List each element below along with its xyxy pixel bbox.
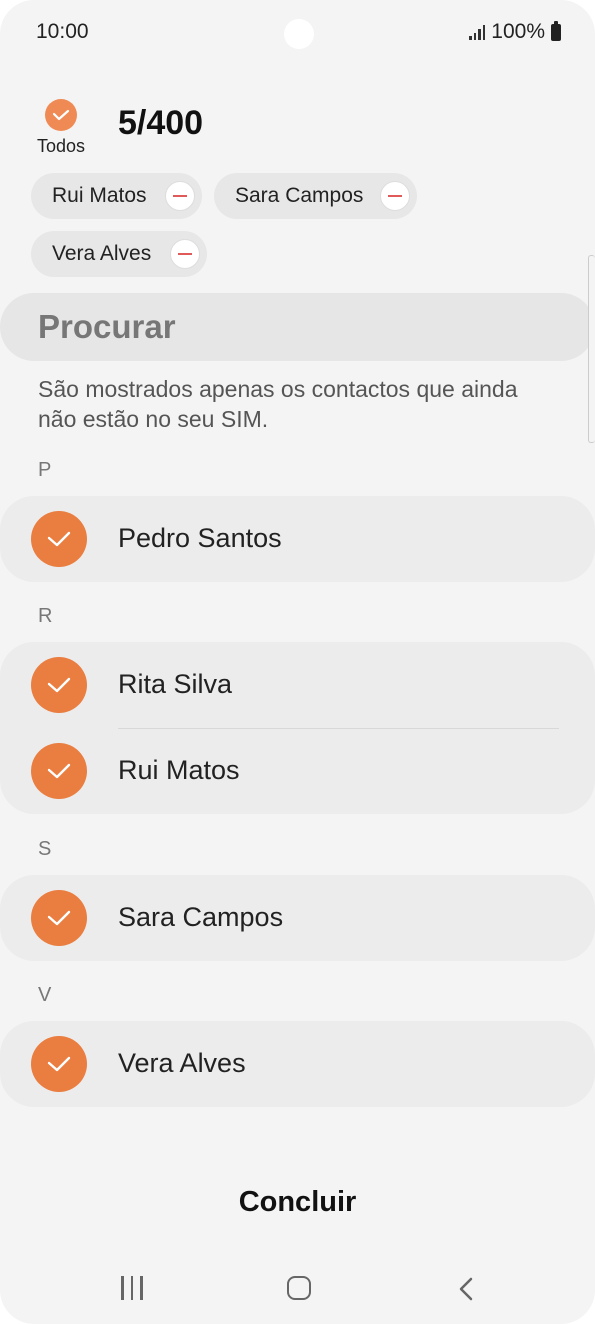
- chip-sara-campos: Sara Campos: [214, 173, 417, 219]
- contact-row[interactable]: Sara Campos: [0, 875, 595, 961]
- signal-icon: [469, 24, 486, 40]
- battery-icon: [551, 20, 561, 41]
- section-header-r: R: [38, 605, 53, 627]
- chip-label: Rui Matos: [52, 184, 147, 207]
- contact-name: Rui Matos: [118, 755, 240, 785]
- remove-icon[interactable]: [170, 239, 200, 269]
- contact-row[interactable]: Rui Matos: [0, 728, 595, 814]
- section-header-p: P: [38, 459, 52, 481]
- remove-icon[interactable]: [380, 181, 410, 211]
- checkbox-checked-icon[interactable]: [31, 743, 87, 799]
- info-text: São mostrados apenas os contactos que ai…: [38, 376, 518, 432]
- status-time: 10:00: [36, 20, 89, 43]
- search-placeholder: Procurar: [38, 308, 176, 345]
- done-button[interactable]: Concluir: [0, 1186, 595, 1219]
- checkbox-checked-icon[interactable]: [31, 511, 87, 567]
- chip-label: Vera Alves: [52, 242, 152, 265]
- selected-count: 5/400: [118, 104, 204, 142]
- status-indicators: 100%: [469, 20, 561, 44]
- contact-group-r: Rita Silva Rui Matos: [0, 642, 595, 814]
- checkbox-checked-icon[interactable]: [31, 890, 87, 946]
- checkbox-checked-icon[interactable]: [31, 657, 87, 713]
- contact-group-p: Pedro Santos: [0, 496, 595, 582]
- checkmark-icon: [45, 99, 77, 131]
- checkbox-checked-icon[interactable]: [31, 1036, 87, 1092]
- select-all-checkbox[interactable]: Todos: [35, 99, 87, 157]
- contact-group-v: Vera Alves: [0, 1021, 595, 1107]
- contact-name: Pedro Santos: [118, 523, 282, 553]
- recent-apps-icon[interactable]: [121, 1276, 143, 1300]
- contact-row[interactable]: Pedro Santos: [0, 496, 595, 582]
- section-header-s: S: [38, 838, 52, 860]
- chip-vera-alves: Vera Alves: [31, 231, 207, 277]
- scrollbar[interactable]: [588, 255, 595, 443]
- battery-percent: 100%: [491, 20, 545, 43]
- back-icon[interactable]: [458, 1277, 474, 1306]
- home-icon[interactable]: [287, 1276, 311, 1300]
- contact-name: Sara Campos: [118, 902, 284, 932]
- chip-label: Sara Campos: [235, 184, 364, 207]
- contact-name: Rita Silva: [118, 669, 233, 699]
- section-header-v: V: [38, 984, 52, 1006]
- contact-row[interactable]: Vera Alves: [0, 1021, 595, 1107]
- camera-cutout: [284, 19, 314, 49]
- contact-row[interactable]: Rita Silva: [0, 642, 595, 728]
- chip-rui-matos: Rui Matos: [31, 173, 202, 219]
- remove-icon[interactable]: [165, 181, 195, 211]
- select-all-label: Todos: [36, 136, 86, 156]
- contact-name: Vera Alves: [118, 1048, 246, 1078]
- contact-group-s: Sara Campos: [0, 875, 595, 961]
- search-input[interactable]: Procurar: [0, 293, 595, 361]
- screen: 10:00 100% Todos 5/400 Rui Matos Sara Ca…: [0, 0, 595, 1324]
